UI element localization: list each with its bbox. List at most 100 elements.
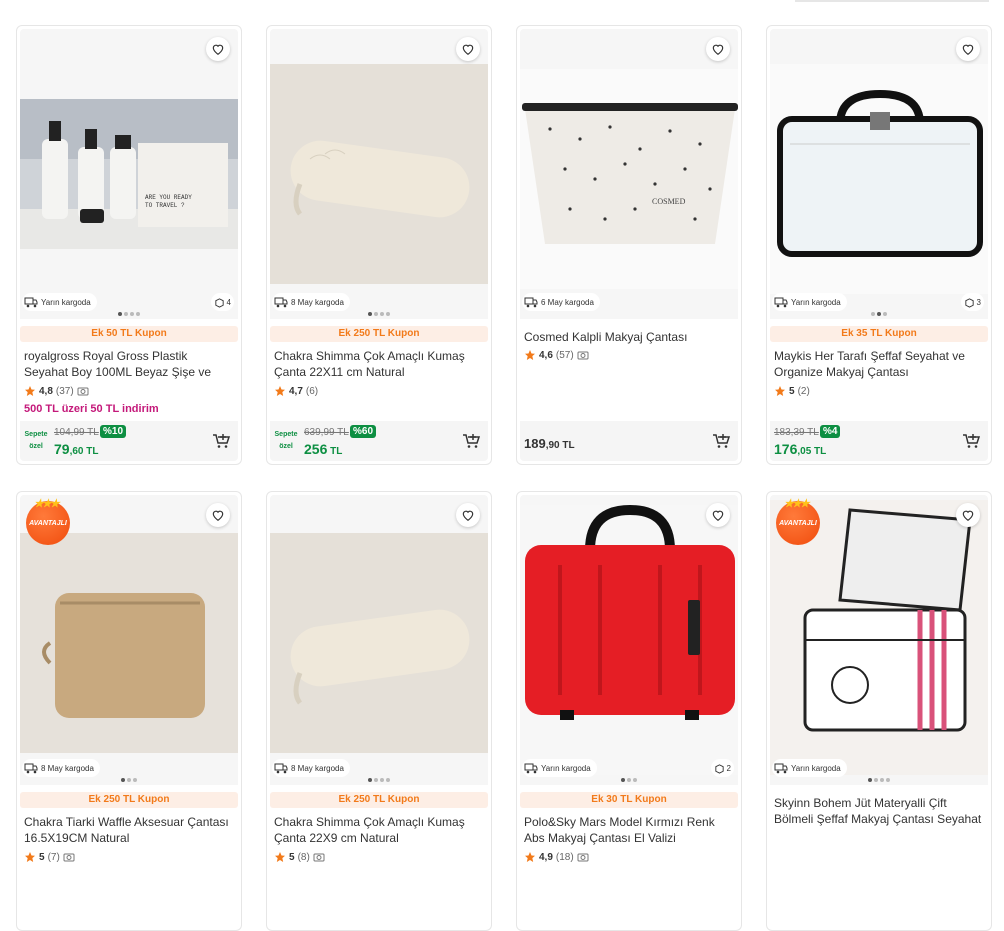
shipping-badge: 8 May kargoda [272, 293, 350, 311]
star-icon [275, 852, 285, 862]
star-icon [25, 386, 35, 396]
favorite-button[interactable] [706, 37, 730, 61]
shipping-badge: Yarın kargoda [772, 759, 847, 777]
original-price: 183,39 TL [774, 427, 819, 438]
product-card[interactable]: Yarın kargoda 3 Ek 35 TL Kupon Maykis He… [766, 25, 992, 465]
product-title[interactable]: Skyinn Bohem Jüt Materyalli Çift Bölmeli… [774, 795, 984, 827]
stock-count: 2 [726, 763, 731, 773]
add-to-cart-icon[interactable] [962, 433, 980, 449]
add-to-cart-icon[interactable] [212, 433, 230, 449]
shipping-text: 8 May kargoda [291, 763, 344, 773]
product-image[interactable]: Yarın kargoda 3 [770, 29, 988, 319]
discount-badge: %10 [100, 425, 127, 438]
shipping-badge: Yarın kargoda [22, 293, 97, 311]
promotion-text: 500 TL üzeri 50 TL indirim [24, 403, 159, 415]
favorite-button[interactable] [956, 37, 980, 61]
stars-decoration: ★★★ [784, 498, 810, 510]
truck-icon [524, 297, 538, 308]
box-icon [214, 297, 224, 308]
rating: 5 (2) [774, 385, 984, 397]
favorite-button[interactable] [206, 37, 230, 61]
shipping-badge: Yarın kargoda [772, 293, 847, 311]
stock-badge: 4 [210, 293, 234, 311]
shipping-badge: 6 May kargoda [522, 293, 600, 311]
product-image[interactable]: ★★★ AVANTAJLI 8 May kargoda [20, 495, 238, 785]
heart-icon [962, 510, 974, 521]
svg-text:TO TRAVEL ?: TO TRAVEL ? [145, 202, 185, 209]
star-icon [525, 350, 535, 360]
star-icon [275, 386, 285, 396]
image-pagination[interactable] [368, 778, 390, 782]
image-pagination[interactable] [871, 312, 887, 316]
product-card[interactable]: ★★★ AVANTAJLI 8 May kargoda Ek 250 TL Kup… [16, 491, 242, 931]
favorite-button[interactable] [456, 503, 480, 527]
image-pagination[interactable] [118, 312, 140, 316]
rating: 4,6 (57) [524, 349, 734, 361]
product-title[interactable]: royalgross Royal Gross Plastik Seyahat B… [24, 348, 234, 380]
review-count: (57) [555, 349, 574, 361]
product-image[interactable]: 8 May kargoda [270, 495, 488, 785]
price-decimal: ,60 TL [69, 446, 99, 457]
heart-icon [212, 44, 224, 55]
product-card[interactable]: 8 May kargoda Ek 250 TL Kupon Chakra Shi… [266, 491, 492, 931]
price-integer: 79 [54, 441, 70, 457]
favorite-button[interactable] [206, 503, 230, 527]
product-title[interactable]: Chakra Tiarki Waffle Aksesuar Çantası 16… [24, 814, 234, 846]
favorite-button[interactable] [706, 503, 730, 527]
sale-price: 79,60 TL [54, 441, 98, 457]
product-image[interactable]: ★★★ AVANTAJLI Yarın kargoda [770, 495, 988, 785]
add-to-cart-icon[interactable] [462, 433, 480, 449]
camera-icon [63, 853, 75, 862]
product-card[interactable]: ARE YOU READY TO TRAVEL ? Yarın kargoda … [16, 25, 242, 465]
product-image[interactable]: ARE YOU READY TO TRAVEL ? Yarın kargoda … [20, 29, 238, 319]
camera-icon [577, 853, 589, 862]
product-title[interactable]: Chakra Shimma Çok Amaçlı Kumaş Çanta 22X… [274, 814, 484, 846]
original-price: 639,99 TL [304, 427, 349, 438]
rating-value: 4,9 [539, 851, 553, 863]
coupon-label: Ek 250 TL Kupon [270, 792, 488, 808]
product-title[interactable]: Maykis Her Tarafı Şeffaf Seyahat ve Orga… [774, 348, 984, 380]
review-count: (37) [55, 385, 74, 397]
favorite-button[interactable] [456, 37, 480, 61]
product-image[interactable]: COSMED 6 May kargoda [520, 29, 738, 319]
price-decimal: ,90 TL [545, 440, 575, 451]
shipping-text: 6 May kargoda [541, 297, 594, 307]
truck-icon [274, 297, 288, 308]
price-integer: 176 [774, 441, 798, 457]
advantage-badge-text: AVANTAJLI [29, 519, 67, 527]
advantage-badge: ★★★ AVANTAJLI [776, 498, 820, 545]
rating-value: 4,7 [289, 385, 303, 397]
product-card[interactable]: Yarın kargoda 2 Ek 30 TL Kupon Polo&Sky … [516, 491, 742, 931]
product-card[interactable]: ★★★ AVANTAJLI Yarın kargoda Skyinn Bohem … [766, 491, 992, 931]
price: 189,90 TL [524, 436, 575, 451]
add-to-cart-icon[interactable] [712, 433, 730, 449]
product-card[interactable]: 8 May kargoda Ek 250 TL Kupon Chakra Shi… [266, 25, 492, 465]
star-icon [525, 852, 535, 862]
product-card[interactable]: COSMED 6 May kargoda Cosmed Kalpli Makya… [516, 25, 742, 465]
image-pagination[interactable] [621, 778, 637, 782]
shipping-text: Yarın kargoda [41, 297, 91, 307]
rating-value: 5 [789, 385, 795, 397]
coupon-label: Ek 30 TL Kupon [520, 792, 738, 808]
product-image[interactable]: Yarın kargoda 2 [520, 495, 738, 785]
sale-price: 176,05 TL [774, 441, 826, 457]
product-image[interactable]: 8 May kargoda [270, 29, 488, 319]
camera-icon [77, 387, 89, 396]
advantage-badge: ★★★ AVANTAJLI [26, 498, 70, 545]
product-photo [270, 533, 488, 753]
product-title[interactable]: Chakra Shimma Çok Amaçlı Kumaş Çanta 22X… [274, 348, 484, 380]
review-count: (18) [555, 851, 574, 863]
shipping-badge: 8 May kargoda [22, 759, 100, 777]
star-icon [775, 386, 785, 396]
favorite-button[interactable] [956, 503, 980, 527]
review-count: (6) [305, 385, 319, 397]
heart-icon [962, 44, 974, 55]
image-pagination[interactable] [868, 778, 890, 782]
price-decimal: ,05 TL [797, 446, 827, 457]
price-integer: 189 [524, 436, 546, 451]
cart-special-label: Sepete özel [274, 431, 298, 450]
rating: 5 (7) [24, 851, 234, 863]
product-title[interactable]: Polo&Sky Mars Model Kırmızı Renk Abs Mak… [524, 814, 734, 846]
image-pagination[interactable] [368, 312, 390, 316]
image-pagination[interactable] [121, 778, 137, 782]
